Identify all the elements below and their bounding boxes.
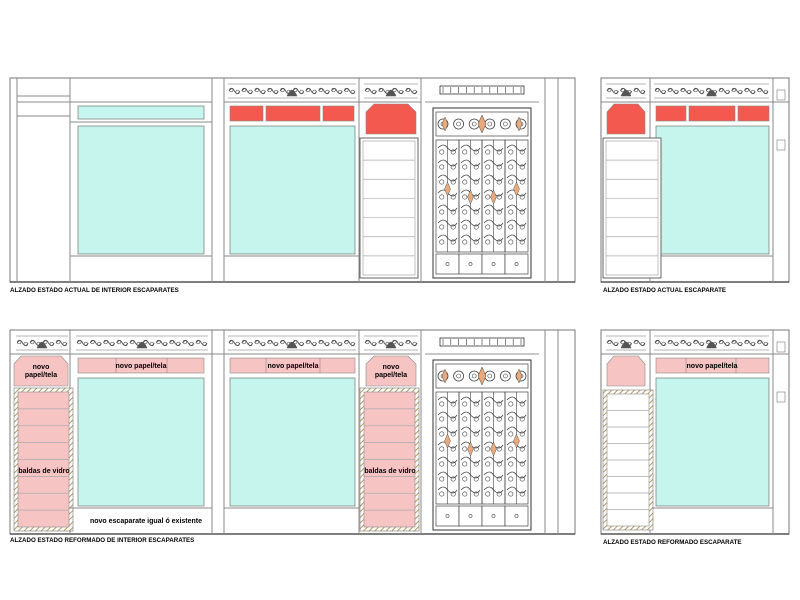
bay-showcase <box>359 78 422 282</box>
red-panel <box>688 105 736 122</box>
note-novo-papel-bay3: novo papel/tela <box>268 363 319 370</box>
note-novo-papel-bay2: novo papel/tela <box>116 363 167 370</box>
pink-arch-panel <box>13 355 69 387</box>
glass-pane <box>77 377 205 507</box>
note-baldas-left: baldas de vidro <box>18 468 69 475</box>
elevation-actual-escaparate <box>600 77 790 283</box>
glass-pane <box>77 125 205 255</box>
note-novo-papel-left-l1: novo <box>33 364 50 371</box>
note-novo-papel-left-l2: papel/tela <box>25 372 57 379</box>
bay-window-2 <box>223 78 360 282</box>
elevation-actual-interior <box>9 77 576 283</box>
glass-pane <box>229 125 356 255</box>
pink-arch-panel <box>365 355 417 387</box>
red-panel <box>265 105 321 122</box>
note-novo-escaparate: novo escaparate igual ó existente <box>90 518 202 525</box>
ornamental-frieze <box>76 335 208 351</box>
ornamental-iron-door <box>425 337 539 531</box>
red-panel <box>229 105 264 122</box>
elevation-reformado-interior: novo papel/tela novo papel/tela novo pap… <box>9 329 576 535</box>
ornamental-frieze <box>654 83 769 99</box>
bay-right-edge <box>544 78 559 282</box>
caption-actual-escaparate: ALZADO ESTADO ACTUAL ESCAPARATE <box>603 287 726 294</box>
bay-window-1 <box>70 78 213 282</box>
elevation-drawing-sheet: novo papel/tela novo papel/tela novo pap… <box>9 77 790 546</box>
note-novo-papel-escaparate: novo papel/tela <box>687 363 738 370</box>
note-baldas-right: baldas de vidro <box>364 468 415 475</box>
glass-shelving-unit <box>602 137 662 279</box>
glass-pane <box>229 377 356 507</box>
red-arch-panel <box>365 103 417 135</box>
ornamental-frieze <box>16 335 68 351</box>
red-panel <box>737 105 770 122</box>
red-panel <box>655 105 687 122</box>
glass-shelving-unit <box>359 137 419 279</box>
ornamental-frieze <box>606 83 646 99</box>
ornamental-frieze <box>364 83 418 99</box>
note-novo-papel-bay4-l1: novo <box>383 364 400 371</box>
red-panel <box>322 105 355 122</box>
glass-pane <box>77 105 205 120</box>
bay-left-narrow <box>16 78 71 282</box>
ornamental-frieze <box>364 335 418 351</box>
caption-reformado-interior: ALZADO ESTADO REFORMADO DE INTERIOR ESCA… <box>10 537 194 544</box>
glass-pane <box>655 125 770 255</box>
red-arch-panel <box>606 103 646 135</box>
elevation-reformado-escaparate: novo papel/tela <box>600 329 790 535</box>
pink-arch-panel <box>606 355 646 387</box>
ornamental-frieze <box>654 335 769 351</box>
caption-reformado-escaparate: ALZADO ESTADO REFORMADO ESCAPARATE <box>603 539 742 546</box>
ornamental-frieze <box>606 335 646 351</box>
ornamental-frieze <box>228 335 356 351</box>
ornamental-iron-door <box>425 85 539 279</box>
caption-actual-interior: ALZADO ESTADO ACTUAL DE INTERIOR ESCAPAR… <box>10 287 179 294</box>
note-novo-papel-bay4-l2: papel/tela <box>375 372 407 379</box>
ornamental-frieze <box>228 83 356 99</box>
glass-pane <box>655 377 770 507</box>
